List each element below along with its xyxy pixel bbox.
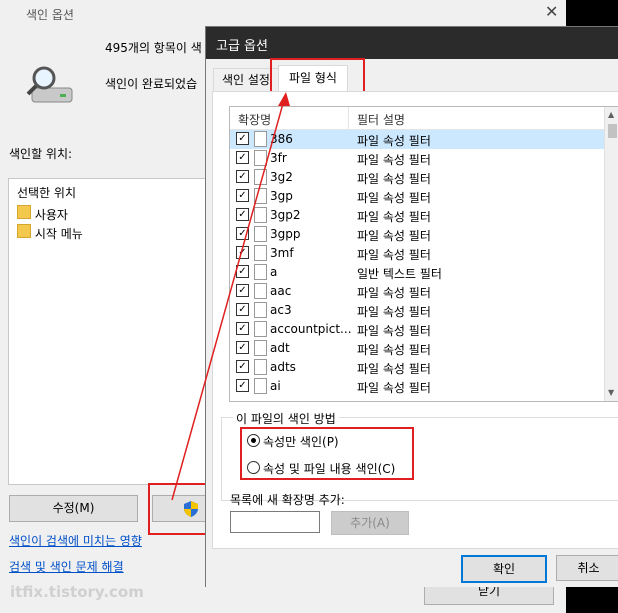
annotation-arrow — [171, 92, 290, 501]
